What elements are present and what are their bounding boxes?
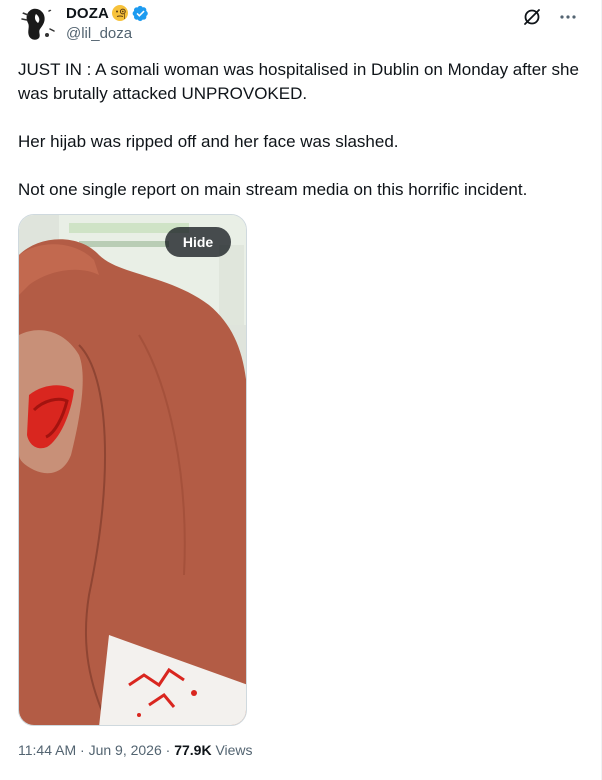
more-icon[interactable] — [557, 6, 579, 28]
tweet-date[interactable]: Jun 9, 2026 — [89, 742, 162, 758]
views-count[interactable]: 77.9K — [174, 742, 211, 758]
tweet-text: JUST IN : A somali woman was hospitalise… — [18, 58, 584, 202]
tweet-card: DOZA @lil_doza JUST IN: A somali woman … — [0, 0, 602, 780]
author-name-row[interactable]: DOZA — [66, 4, 149, 22]
media-image[interactable] — [18, 214, 247, 726]
tweet-meta: 11:44 AM · Jun 9, 2026 · 77.9K Views — [18, 742, 253, 758]
hide-media-button[interactable]: Hide — [165, 227, 231, 257]
meta-separator: · — [76, 742, 89, 758]
meta-separator-2: · — [161, 742, 175, 758]
views-label: Views — [211, 742, 253, 758]
avatar-image — [19, 5, 57, 43]
top-actions — [521, 6, 579, 28]
tweet-paragraph-2: Her hijab was ripped off and her face wa… — [18, 132, 399, 151]
tweet-paragraph-1: JUST IN : A somali woman was hospitalise… — [18, 60, 579, 103]
author-handle[interactable]: @lil_doza — [66, 25, 132, 42]
media-photo — [19, 215, 246, 725]
avatar[interactable] — [19, 5, 57, 43]
verified-badge-icon[interactable] — [132, 5, 149, 22]
face-with-monocle-icon — [111, 4, 129, 22]
author-display-name[interactable]: DOZA — [66, 5, 109, 22]
tweet-paragraph-3: Not one single report on main stream med… — [18, 180, 528, 199]
tweet-time[interactable]: 11:44 AM — [18, 742, 76, 758]
grok-icon[interactable] — [521, 6, 543, 28]
